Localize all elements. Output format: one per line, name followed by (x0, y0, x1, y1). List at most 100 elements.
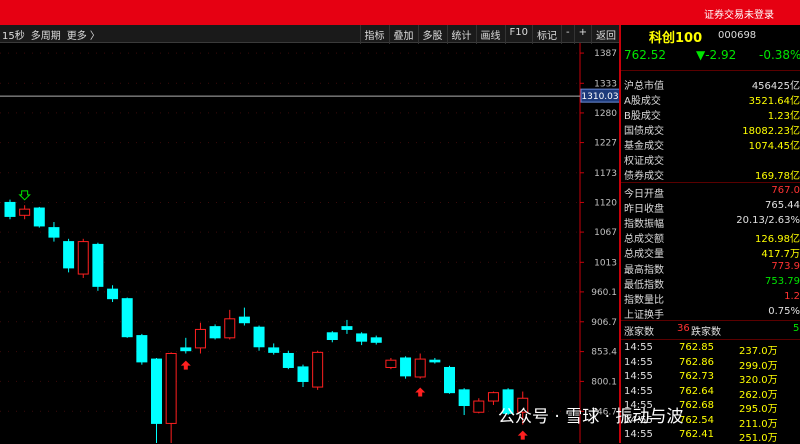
price-line: 762.52 ▼-2.92 -0.38% (621, 48, 800, 66)
candle-body (209, 326, 221, 339)
candle-body (151, 358, 162, 424)
row-label: 基金成交 (624, 141, 664, 152)
y-tick-label: 1227 (594, 139, 617, 149)
breadth-row: 涨家数 36 跌家数 5 (621, 323, 800, 338)
row-value: 765.44 (765, 200, 800, 212)
toolbar-button[interactable]: 指标 (359, 25, 389, 44)
row-value: 753.79 (765, 275, 800, 287)
y-tick-label: 1387 (594, 49, 617, 59)
tick-price: 762.86 (679, 356, 714, 368)
period-menu-item[interactable]: 更多 〉 (67, 27, 100, 42)
candle-body (356, 333, 368, 342)
candle-body (77, 241, 89, 275)
panel-separator (621, 339, 800, 340)
period-menu: 15秒 多周期 更多 〉 (2, 27, 100, 42)
toolbar-button[interactable]: 多股 (417, 25, 447, 44)
candle-body (458, 389, 470, 407)
sell-marker-icon (18, 190, 31, 201)
panel-row: 昨日收盘 765.44 (621, 200, 800, 215)
candle-body (400, 357, 412, 377)
y-tick-label: 1173 (594, 169, 617, 179)
index-header: 科创100 000698 (621, 25, 800, 46)
toolbar-button[interactable]: 叠加 (388, 25, 418, 44)
tick-price: 762.73 (679, 371, 714, 382)
period-menu-item[interactable]: 多周期 (31, 27, 61, 42)
candle-body (297, 366, 309, 382)
tick-vol: 320.0万 (739, 375, 778, 386)
candle-body (312, 351, 324, 388)
tick-time: 14:55 (624, 371, 653, 382)
toolbar-button[interactable]: + (573, 25, 591, 44)
chart-toolbar: 15秒 多周期 更多 〉 指标 叠加 多股 统计 画线 F10 标记 - + 返回 (0, 25, 620, 44)
y-tick-label: 1067 (594, 228, 617, 238)
candle-body (385, 359, 397, 368)
y-tick-label: 1280 (594, 109, 617, 119)
tick-time: 14:55 (624, 342, 653, 353)
candle-body (4, 201, 16, 217)
candle-body (341, 326, 353, 330)
panel-row: B股成交 1.23亿 (621, 107, 800, 122)
login-status[interactable]: 证券交易未登录 (704, 6, 774, 21)
panel-row: 权证成交 (621, 152, 800, 167)
panel-row: 基金成交 1074.45亿 (621, 137, 800, 152)
candle-body (326, 332, 338, 341)
row-label: 国债成交 (624, 126, 664, 137)
panel-row: 国债成交 18082.23亿 (621, 122, 800, 137)
row-label: 总成交量 (624, 249, 664, 261)
tick-row: 14:55 762.64 262.0万 (621, 386, 800, 401)
breadth-item: 跌家数 (691, 327, 721, 338)
tick-vol: 237.0万 (739, 346, 778, 357)
y-tick-label: 800.1 (591, 377, 617, 387)
toolbar-button[interactable]: - (561, 25, 574, 44)
breadth-item: 涨家数 (624, 327, 654, 338)
panel-separator (621, 320, 800, 321)
candle-body (92, 243, 104, 287)
y-tick-label: 853.4 (591, 348, 617, 358)
breadth-item: 36 (677, 323, 690, 334)
toolbar-button[interactable]: 画线 (475, 25, 505, 44)
candle-body (165, 352, 177, 424)
candle-body (136, 335, 148, 363)
price-change: ▼-2.92 (696, 48, 737, 62)
y-tick-label: 1013 (594, 258, 617, 268)
toolbar-button[interactable]: 返回 (591, 25, 620, 44)
y-tick-label: 906.7 (591, 318, 617, 328)
candle-body (487, 392, 499, 402)
panel-row: 上证换手 0.75% (621, 306, 800, 321)
index-code: 000698 (718, 30, 757, 41)
row-label: 最低指数 (624, 279, 664, 291)
candle-body (370, 337, 382, 343)
candle-body (473, 400, 485, 413)
period-menu-item[interactable]: 15秒 (2, 27, 25, 42)
row-label: 指数量比 (624, 294, 664, 306)
row-value: 1.23亿 (767, 111, 800, 122)
row-label: 债券成交 (624, 171, 664, 182)
buy-marker-icon (180, 360, 191, 370)
candle-body (444, 366, 455, 394)
toolbar-button[interactable]: 标记 (532, 25, 561, 44)
panel-row: A股成交 3521.64亿 (621, 92, 800, 107)
buy-marker-icon (415, 387, 426, 397)
tick-vol: 299.0万 (739, 360, 778, 372)
candle-body (180, 347, 192, 352)
toolbar-button[interactable]: F10 (504, 25, 532, 44)
y-tick-label: 960.1 (591, 288, 617, 298)
panel-row: 最低指数 753.79 (621, 276, 800, 291)
toolbar-button[interactable]: 统计 (446, 25, 476, 44)
row-value: 0.75% (768, 305, 800, 317)
panel-row: 指数振幅 20.13/2.63% (621, 215, 800, 230)
row-value: 126.98亿 (755, 234, 800, 246)
row-label: 上证换手 (624, 309, 664, 321)
row-label: 沪总市值 (624, 81, 664, 92)
row-value: 169.78亿 (755, 171, 800, 182)
candle-body (48, 227, 60, 238)
candle-body (33, 207, 45, 227)
candle-body (107, 288, 119, 300)
watermark: 公众号 · 雪球 · 振动与波 (498, 407, 684, 427)
tick-row: 14:55 762.73 320.0万 (621, 371, 800, 386)
candle-body (282, 352, 294, 368)
row-label: 昨日收盘 (624, 204, 664, 216)
candlestick-chart[interactable]: 1387 1333 1280 1227 1173 1120 1067 1013 960.1 906… (0, 43, 620, 443)
row-value: 3521.64亿 (748, 96, 800, 107)
row-label: 今日开盘 (624, 189, 664, 200)
